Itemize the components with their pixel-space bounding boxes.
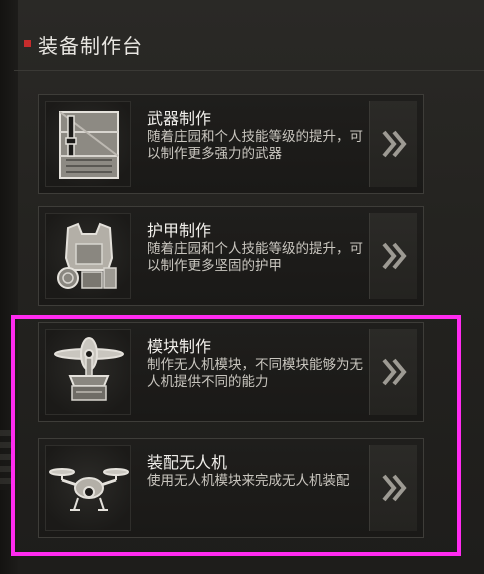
- card-title: 装配无人机: [147, 453, 228, 472]
- card-title: 护甲制作: [147, 221, 212, 240]
- card-weapon-crafting[interactable]: 武器制作 随着庄园和个人技能等级的提升，可以制作更多强力的武器: [38, 94, 424, 194]
- open-button[interactable]: [369, 213, 417, 299]
- panel-header: 装备制作台: [14, 18, 484, 71]
- card-drone-assembly[interactable]: 装配无人机 使用无人机模块来完成无人机装配: [38, 438, 424, 538]
- drone-module-icon: [45, 329, 131, 415]
- card-description: 制作无人机模块，不同模块能够为无人机提供不同的能力: [147, 357, 363, 390]
- double-chevron-right-icon: [382, 130, 407, 158]
- card-description: 使用无人机模块来完成无人机装配: [147, 473, 350, 489]
- card-armor-crafting[interactable]: 护甲制作 随着庄园和个人技能等级的提升，可以制作更多坚固的护甲: [38, 206, 424, 306]
- double-chevron-right-icon: [382, 474, 407, 502]
- card-description: 随着庄园和个人技能等级的提升，可以制作更多坚固的护甲: [147, 241, 363, 274]
- open-button[interactable]: [369, 445, 417, 531]
- edge-decoration: [0, 430, 14, 490]
- open-button[interactable]: [369, 329, 417, 415]
- double-chevron-right-icon: [382, 242, 407, 270]
- drone-icon: [45, 445, 131, 531]
- panel-title: 装备制作台: [38, 34, 143, 58]
- card-title: 武器制作: [147, 109, 212, 128]
- armor-vest-icon: [45, 213, 131, 299]
- open-button[interactable]: [369, 101, 417, 187]
- header-marker-icon: [24, 40, 31, 47]
- card-module-crafting[interactable]: 模块制作 制作无人机模块，不同模块能够为无人机提供不同的能力: [38, 322, 424, 422]
- weapon-crate-icon: [45, 101, 131, 187]
- crafting-bench-panel: 装备制作台 武器制作 随着庄园和个人技能等级的提升，可以制作更多强力的武器 护甲…: [0, 0, 484, 574]
- double-chevron-right-icon: [382, 358, 407, 386]
- card-title: 模块制作: [147, 337, 212, 356]
- card-description: 随着庄园和个人技能等级的提升，可以制作更多强力的武器: [147, 129, 363, 162]
